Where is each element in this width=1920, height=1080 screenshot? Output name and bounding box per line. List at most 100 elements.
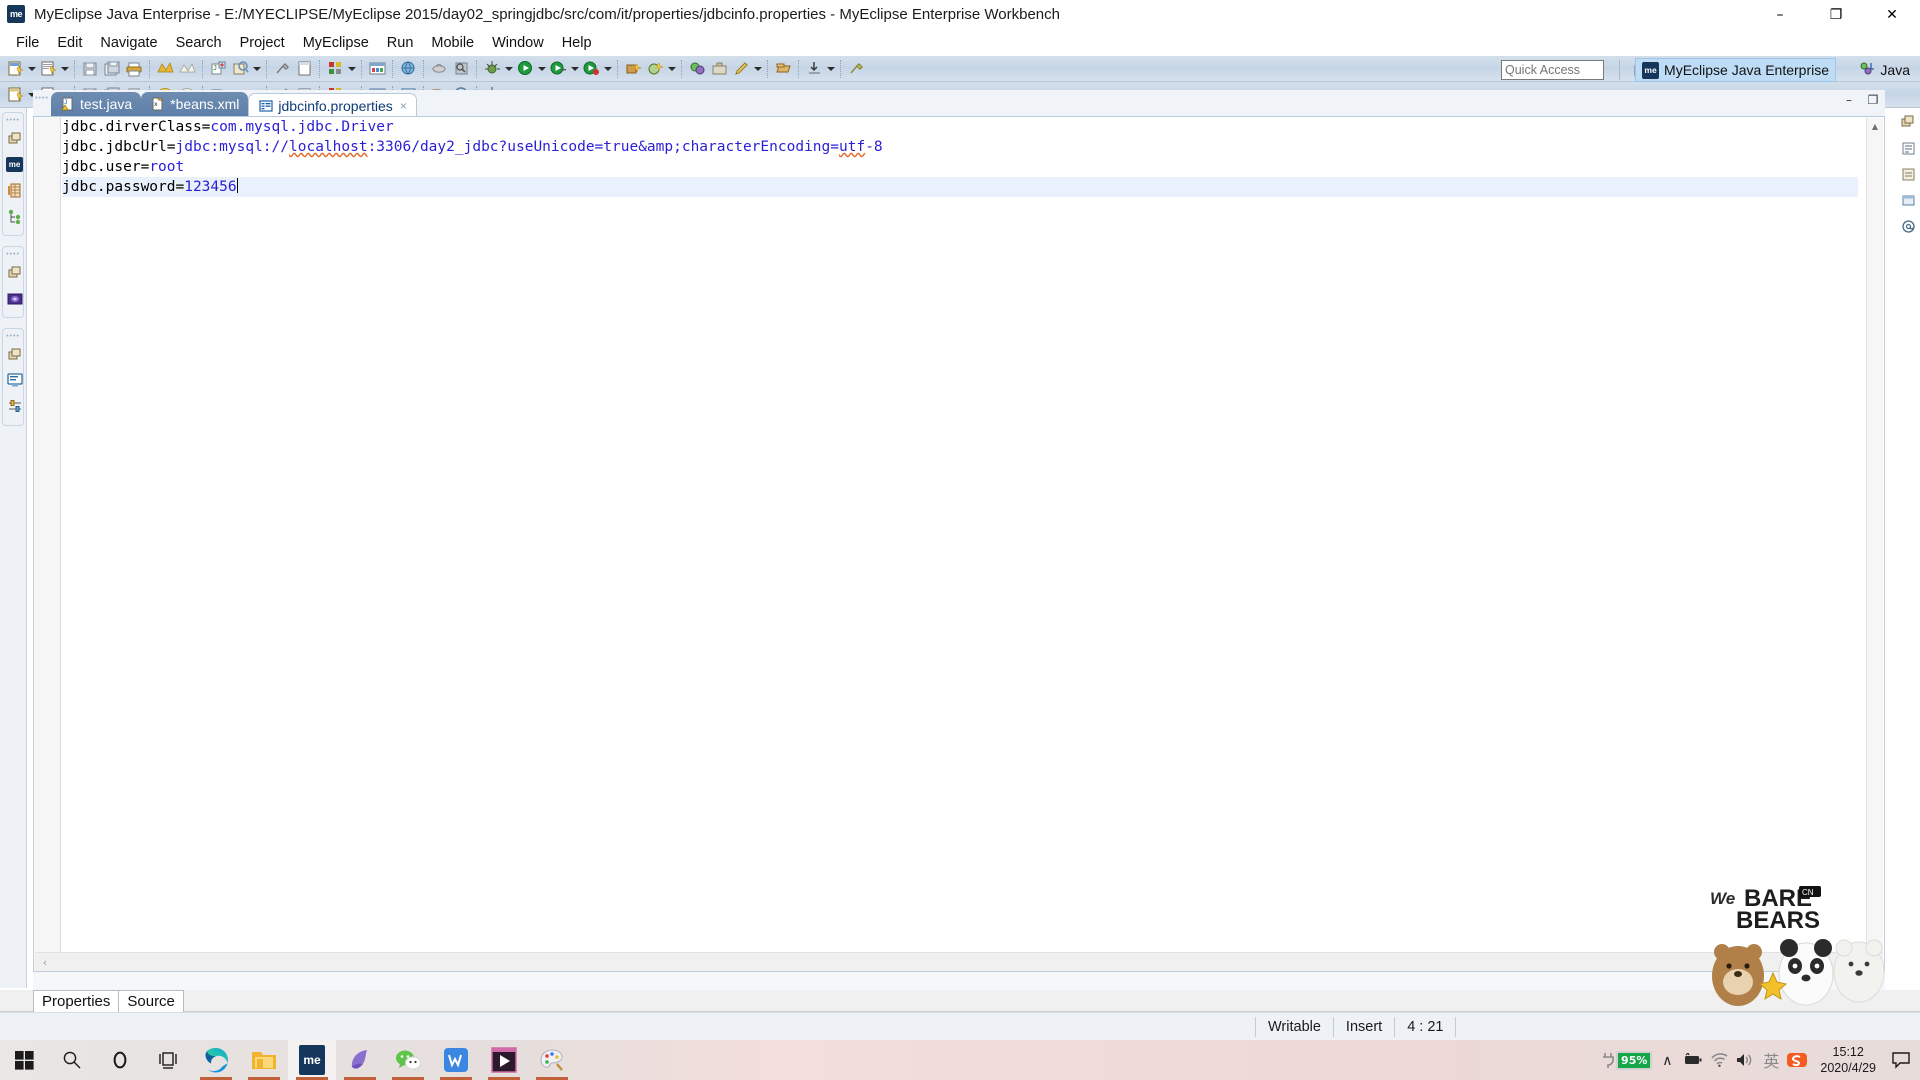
run-dropdown-icon[interactable] — [536, 59, 547, 79]
drag-handle[interactable]: •••• — [3, 250, 23, 259]
new-class-dropdown-icon[interactable] — [666, 59, 677, 79]
debug-icon[interactable] — [482, 59, 502, 79]
search-toolbar-icon[interactable] — [230, 59, 250, 79]
perspective-layout-dropdown-icon[interactable] — [346, 59, 357, 79]
snippets-icon[interactable] — [1897, 188, 1919, 212]
scroll-up-icon[interactable]: ▲ — [1867, 118, 1883, 135]
perspective-java[interactable]: Java — [1859, 58, 1910, 82]
editor-drag-handle[interactable]: •••• — [33, 92, 51, 116]
minimize-editor-icon[interactable]: – — [1841, 92, 1857, 108]
install-icon[interactable] — [804, 59, 824, 79]
ime-language-icon[interactable]: 英 — [1758, 1040, 1784, 1080]
maximize-button[interactable]: ❐ — [1808, 0, 1864, 29]
open-resource-icon[interactable] — [773, 59, 793, 79]
run-icon[interactable] — [515, 59, 535, 79]
wifi-icon[interactable] — [1706, 1040, 1732, 1080]
code-line[interactable]: 1jdbc.dirverClass=com.mysql.jdbc.Driver — [62, 117, 1858, 137]
code-line[interactable]: 3jdbc.user=root — [62, 157, 1858, 177]
file-explorer-button[interactable] — [240, 1040, 288, 1080]
console-icon[interactable] — [3, 368, 26, 393]
code-content[interactable]: 1jdbc.dirverClass=com.mysql.jdbc.Driver2… — [62, 117, 1858, 951]
briefcase-icon[interactable] — [709, 59, 729, 79]
menu-project[interactable]: Project — [231, 32, 294, 54]
menu-navigate[interactable]: Navigate — [91, 32, 166, 54]
task-list-icon[interactable] — [1897, 162, 1919, 186]
clock[interactable]: 15:12 2020/4/29 — [1810, 1040, 1886, 1080]
open-browser-icon[interactable] — [398, 59, 418, 79]
sogou-input-icon[interactable] — [1784, 1040, 1810, 1080]
navicat-button[interactable] — [336, 1040, 384, 1080]
build-icon[interactable] — [272, 59, 292, 79]
install-dropdown-icon[interactable] — [825, 59, 836, 79]
run-coverage-icon[interactable] — [581, 59, 601, 79]
editor-vertical-scrollbar[interactable]: ▲ — [1866, 118, 1883, 952]
web-browser-icon[interactable] — [367, 59, 387, 79]
quick-access-input[interactable] — [1501, 60, 1604, 80]
mobile-device-icon[interactable] — [429, 59, 449, 79]
myeclipse-button[interactable]: me — [288, 1040, 336, 1080]
drag-handle[interactable]: •••• — [3, 116, 23, 125]
at-icon[interactable] — [1897, 214, 1919, 238]
restore-icon[interactable] — [3, 342, 26, 367]
open-type-icon[interactable]: J — [208, 59, 228, 79]
save-all-icon[interactable] — [102, 59, 122, 79]
restore-right-icon[interactable] — [1897, 110, 1919, 134]
close-button[interactable]: ✕ — [1864, 0, 1920, 29]
perspective-myeclipse-java-enterprise[interactable]: me MyEclipse Java Enterprise — [1635, 58, 1836, 82]
code-line[interactable]: 2jdbc.jdbcUrl=jdbc:mysql://localhost:330… — [62, 137, 1858, 157]
new-file-icon[interactable] — [5, 85, 25, 105]
mobile-preview-icon[interactable] — [451, 59, 471, 79]
save-icon[interactable] — [80, 59, 100, 79]
maximize-editor-icon[interactable]: ❐ — [1865, 92, 1881, 108]
menu-edit[interactable]: Edit — [48, 32, 91, 54]
menu-file[interactable]: File — [7, 32, 48, 54]
menu-window[interactable]: Window — [483, 32, 553, 54]
wechat-button[interactable] — [384, 1040, 432, 1080]
video-player-button[interactable] — [480, 1040, 528, 1080]
myeclipse-run-icon[interactable] — [155, 59, 175, 79]
menu-myeclipse[interactable]: MyEclipse — [294, 32, 378, 54]
new-window-icon[interactable] — [294, 59, 314, 79]
editor-horizontal-scrollbar[interactable]: ‹ — [35, 952, 1883, 971]
print-icon[interactable] — [124, 59, 144, 79]
editor-tab-jdbcinfo-properties[interactable]: jdbcinfo.properties × — [248, 93, 417, 117]
new-wizard-icon[interactable] — [5, 59, 25, 79]
menu-search[interactable]: Search — [167, 32, 231, 54]
search-button[interactable] — [48, 1040, 96, 1080]
page-tab-properties[interactable]: Properties — [33, 990, 120, 1012]
drag-handle[interactable]: •••• — [3, 332, 23, 341]
new-wizard-dropdown-icon[interactable] — [26, 59, 37, 79]
run-external-tools-icon[interactable] — [548, 59, 568, 79]
battery-icon[interactable] — [1680, 1040, 1706, 1080]
notifications-button[interactable] — [1886, 1040, 1916, 1080]
volume-icon[interactable] — [1732, 1040, 1758, 1080]
menu-mobile[interactable]: Mobile — [422, 32, 483, 54]
cortana-button[interactable] — [96, 1040, 144, 1080]
search-dropdown-icon[interactable] — [251, 59, 262, 79]
restore-icon[interactable] — [3, 260, 26, 285]
new-project-icon[interactable] — [38, 59, 58, 79]
outline-icon[interactable] — [3, 204, 26, 229]
new-project-dropdown-icon[interactable] — [59, 59, 70, 79]
servers-icon[interactable] — [3, 286, 26, 311]
editor-text-pane[interactable]: 1jdbc.dirverClass=com.mysql.jdbc.Driver2… — [33, 116, 1885, 972]
wps-button[interactable] — [432, 1040, 480, 1080]
page-tab-source[interactable]: Source — [119, 990, 184, 1012]
edit-key-dropdown-icon[interactable] — [752, 59, 763, 79]
show-hidden-icons-button[interactable]: ∧ — [1654, 1040, 1680, 1080]
database-explorer-icon[interactable] — [3, 178, 26, 203]
myeclipse-explorer-icon[interactable]: me — [3, 152, 26, 177]
menu-help[interactable]: Help — [553, 32, 601, 54]
scroll-left-icon[interactable]: ‹ — [35, 956, 55, 969]
start-button[interactable] — [0, 1040, 48, 1080]
task-view-button[interactable] — [144, 1040, 192, 1080]
myeclipse-deploy-icon[interactable] — [177, 59, 197, 79]
properties-view-icon[interactable] — [3, 394, 26, 419]
editor-tab-test-java[interactable]: J test.java — [51, 92, 142, 116]
new-class-icon[interactable] — [645, 59, 665, 79]
outline-view-icon[interactable] — [1897, 136, 1919, 160]
paint-button[interactable] — [528, 1040, 576, 1080]
run-external-dropdown-icon[interactable] — [569, 59, 580, 79]
new-package-icon[interactable] — [623, 59, 643, 79]
debug-dropdown-icon[interactable] — [503, 59, 514, 79]
